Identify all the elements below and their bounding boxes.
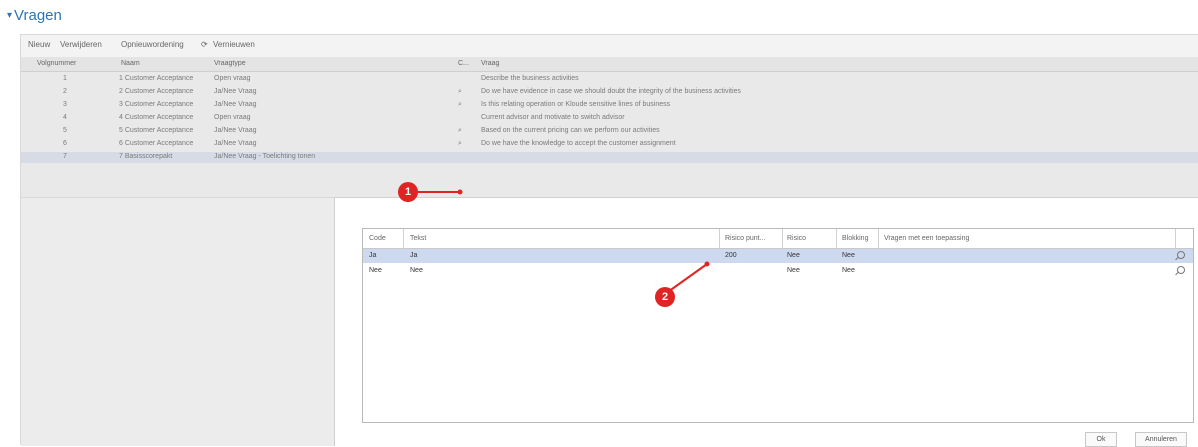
col-c[interactable]: C... xyxy=(458,60,469,67)
answers-grid: Code Tekst Risico punt... Risico Blokkin… xyxy=(362,228,1194,423)
table-row[interactable]: 4 4 Customer Acceptance Open vraag Curre… xyxy=(21,113,1198,124)
cell-risico: Nee xyxy=(787,252,800,259)
cell-nr: 3 xyxy=(63,101,67,108)
col-risico-punt[interactable]: Risico punt... xyxy=(725,235,765,242)
lookup-icon[interactable] xyxy=(1177,266,1185,274)
cell-vraag: Based on the current pricing can we perf… xyxy=(481,127,660,134)
cell-nr: 1 xyxy=(63,75,67,82)
cell-code: Ja xyxy=(369,252,377,259)
collapse-caret-icon[interactable]: ▾ xyxy=(7,10,12,21)
table-row[interactable]: 3 3 Customer Acceptance Ja/Nee Vraag ⌕ I… xyxy=(21,100,1198,111)
cell-type: Open vraag xyxy=(214,75,251,82)
lookup-icon[interactable]: ⌕ xyxy=(458,88,462,96)
cell-type: Ja/Nee Vraag xyxy=(214,140,257,147)
grid-header: Volgnummer Naam Vraagtype C... Vraag xyxy=(21,57,1198,72)
cell-risico: Nee xyxy=(787,267,800,274)
column-divider xyxy=(403,229,404,248)
column-divider xyxy=(836,229,837,248)
page-title[interactable]: ▾ Vragen xyxy=(7,7,62,24)
col-naam[interactable]: Naam xyxy=(121,60,140,67)
cell-type: Open vraag xyxy=(214,114,251,121)
table-row[interactable]: 5 5 Customer Acceptance Ja/Nee Vraag ⌕ B… xyxy=(21,126,1198,137)
cell-naam: 6 Customer Acceptance xyxy=(119,140,194,147)
cell-vraag: Do we have evidence in case we should do… xyxy=(481,88,741,95)
toolbar-refresh-button[interactable]: Vernieuwen xyxy=(213,40,255,49)
lookup-icon[interactable]: ⌕ xyxy=(458,127,462,135)
cell-type: Ja/Nee Vraag xyxy=(214,127,257,134)
annotation-badge-2: 2 xyxy=(655,287,675,307)
col-risico[interactable]: Risico xyxy=(787,235,806,242)
cell-naam: 2 Customer Acceptance xyxy=(119,88,194,95)
toolbar-new-button[interactable]: Nieuw xyxy=(28,40,50,49)
cell-type: Ja/Nee Vraag xyxy=(214,88,257,95)
cell-naam: 3 Customer Acceptance xyxy=(119,101,194,108)
cell-naam: 1 Customer Acceptance xyxy=(119,75,194,82)
table-row-selected[interactable]: Ja Ja 200 Nee Nee xyxy=(363,249,1193,263)
cancel-button[interactable]: Annuleren xyxy=(1135,432,1187,447)
column-divider xyxy=(782,229,783,248)
table-row[interactable]: 2 2 Customer Acceptance Ja/Nee Vraag ⌕ D… xyxy=(21,87,1198,98)
answers-dialog: Code Tekst Risico punt... Risico Blokkin… xyxy=(334,197,1198,447)
cell-nr: 7 xyxy=(63,153,67,160)
col-volgnummer[interactable]: Volgnummer xyxy=(37,60,76,67)
col-vragen[interactable]: Vragen met een toepassing xyxy=(884,235,969,242)
toolbar-delete-button[interactable]: Verwijderen xyxy=(60,40,102,49)
cell-blokking: Nee xyxy=(842,252,855,259)
lookup-icon[interactable] xyxy=(1177,251,1185,259)
questions-panel: Nieuw Verwijderen Opnieuwordening ⟳ Vern… xyxy=(20,34,1198,447)
cell-vraag: Current advisor and motivate to switch a… xyxy=(481,114,625,121)
lookup-icon[interactable]: ⌕ xyxy=(458,140,462,148)
cell-vraag: Is this relating operation or Kloude sen… xyxy=(481,101,671,108)
col-code[interactable]: Code xyxy=(369,235,386,242)
toolbar: Nieuw Verwijderen Opnieuwordening ⟳ Vern… xyxy=(21,35,1198,58)
col-blokking[interactable]: Blokking xyxy=(842,235,868,242)
toolbar-reorder-button[interactable]: Opnieuwordening xyxy=(121,40,184,49)
cell-code: Nee xyxy=(369,267,382,274)
col-vraagtype[interactable]: Vraagtype xyxy=(214,60,246,67)
column-divider xyxy=(878,229,879,248)
answers-grid-header: Code Tekst Risico punt... Risico Blokkin… xyxy=(363,229,1193,249)
cell-nr: 5 xyxy=(63,127,67,134)
cell-blokking: Nee xyxy=(842,267,855,274)
cell-tekst: Ja xyxy=(410,252,418,259)
cell-naam: 7 Basisscorepakt xyxy=(119,153,173,160)
table-row-selected[interactable]: 7 7 Basisscorepakt Ja/Nee Vraag - Toelic… xyxy=(21,152,1198,163)
cell-risico-punt[interactable]: 200 xyxy=(725,252,737,259)
left-pane xyxy=(21,197,334,446)
page-title-text: Vragen xyxy=(14,7,62,24)
cell-nr: 6 xyxy=(63,140,67,147)
refresh-icon[interactable]: ⟳ xyxy=(201,40,208,49)
cell-nr: 4 xyxy=(63,114,67,121)
cell-vraag: Describe the business activities xyxy=(481,75,579,82)
cell-naam: 5 Customer Acceptance xyxy=(119,127,194,134)
column-divider xyxy=(1175,229,1176,248)
cell-type: Ja/Nee Vraag - Toelichting tonen xyxy=(214,153,316,160)
cell-nr: 2 xyxy=(63,88,67,95)
lookup-icon[interactable]: ⌕ xyxy=(458,101,462,109)
column-divider xyxy=(719,229,720,248)
cell-naam: 4 Customer Acceptance xyxy=(119,114,194,121)
table-row[interactable]: 1 1 Customer Acceptance Open vraag Descr… xyxy=(21,74,1198,85)
cell-type: Ja/Nee Vraag xyxy=(214,101,257,108)
questions-grid: 1 1 Customer Acceptance Open vraag Descr… xyxy=(21,72,1198,197)
table-row[interactable]: Nee Nee Nee Nee xyxy=(363,264,1193,278)
annotation-badge-1: 1 xyxy=(398,182,418,202)
cell-vraag: Do we have the knowledge to accept the c… xyxy=(481,140,676,147)
cell-tekst: Nee xyxy=(410,267,423,274)
table-row[interactable]: 6 6 Customer Acceptance Ja/Nee Vraag ⌕ D… xyxy=(21,139,1198,150)
col-vraag[interactable]: Vraag xyxy=(481,60,499,67)
ok-button[interactable]: Ok xyxy=(1085,432,1117,447)
col-tekst[interactable]: Tekst xyxy=(410,235,426,242)
